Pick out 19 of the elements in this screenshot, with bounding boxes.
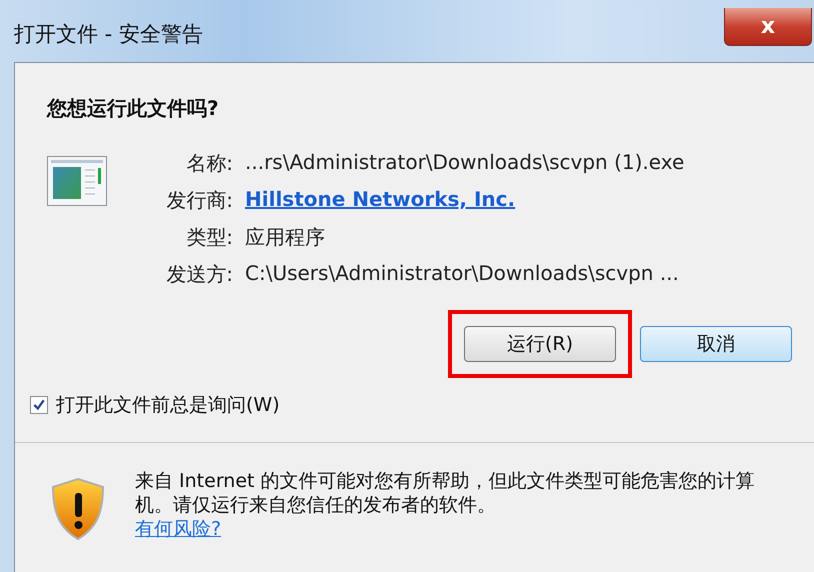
dialog-button[interactable]: 取消 bbox=[640, 326, 792, 362]
publisher-link[interactable]: Hillstone Networks, Inc. bbox=[245, 187, 684, 214]
field-label: 发行商: bbox=[165, 187, 233, 214]
field-value: C:\Users\Administrator\Downloads\scvpn ... bbox=[245, 261, 680, 287]
risk-link[interactable]: 有何风险? bbox=[135, 518, 222, 540]
field-label: 名称: bbox=[185, 150, 233, 177]
close-button[interactable]: x bbox=[724, 8, 812, 46]
warning-text: 来自 Internet 的文件可能对您有所帮助，但此文件类型可能危害您的计算机。请仅运行来自您信任的发布者的软件。 bbox=[135, 469, 756, 517]
dialog-heading: 您想运行此文件吗? bbox=[47, 95, 220, 122]
field-label: 类型: bbox=[185, 224, 233, 251]
dialog-button[interactable]: 运行(R) bbox=[464, 326, 616, 362]
field-value: 应用程序 bbox=[245, 224, 326, 251]
field-label: 发送方: bbox=[165, 261, 233, 288]
checkbox[interactable] bbox=[30, 396, 48, 414]
checkbox-label[interactable]: 打开此文件前总是询问(W) bbox=[56, 392, 280, 418]
field-value: ...rs\Administrator\Downloads\scvpn (1).exe bbox=[245, 150, 684, 176]
warning-shield-icon bbox=[51, 477, 105, 541]
window-title: 打开文件 - 安全警告 bbox=[14, 21, 203, 48]
application-icon bbox=[47, 156, 107, 206]
